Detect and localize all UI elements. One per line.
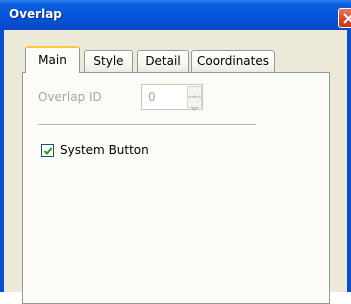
tab-style[interactable]: Style <box>84 50 133 73</box>
checkmark-icon <box>43 147 53 155</box>
overlap-id-value: 0 <box>148 90 156 104</box>
chevron-down-icon <box>190 106 199 112</box>
overlap-id-label: Overlap ID <box>38 90 102 104</box>
overlap-id-spinner[interactable]: 0 <box>141 84 203 112</box>
tab-detail[interactable]: Detail <box>137 50 189 73</box>
separator-line <box>38 124 256 125</box>
tab-main-label: Main <box>38 53 67 67</box>
spin-down-button[interactable] <box>187 97 202 112</box>
tab-main[interactable]: Main <box>25 46 80 73</box>
window-frame-right <box>347 30 351 292</box>
close-button[interactable] <box>338 8 351 28</box>
spin-buttons <box>187 86 202 112</box>
window-title: Overlap <box>9 7 62 21</box>
overlap-dialog: Overlap Main Style Detail Coordinates Ov… <box>0 0 351 304</box>
tab-coordinates-label: Coordinates <box>196 54 270 68</box>
spin-up-button[interactable] <box>187 86 202 100</box>
system-button-label[interactable]: System Button <box>60 143 149 157</box>
tab-style-label: Style <box>93 54 124 68</box>
tab-coordinates[interactable]: Coordinates <box>191 50 275 73</box>
system-button-checkbox[interactable] <box>41 144 54 157</box>
title-bar[interactable]: Overlap <box>0 0 351 30</box>
tab-detail-label: Detail <box>145 54 181 68</box>
close-icon <box>343 13 351 24</box>
window-frame-left <box>0 30 4 292</box>
